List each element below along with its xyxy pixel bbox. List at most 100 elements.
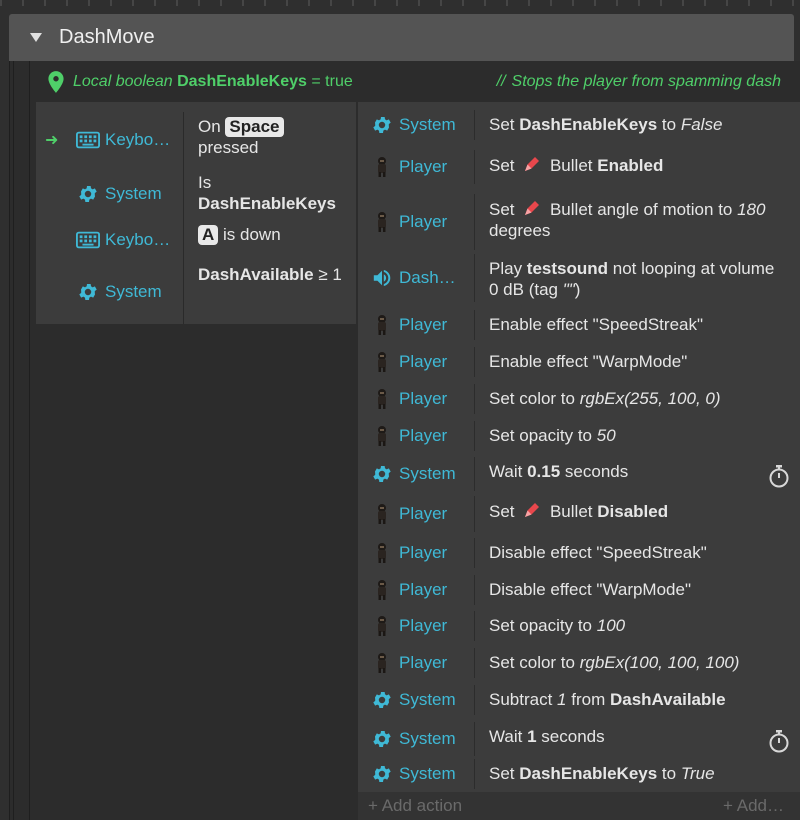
bullet-behavior-icon <box>525 201 540 215</box>
action-object[interactable]: Player <box>358 421 475 451</box>
action-object[interactable]: Player <box>358 496 475 532</box>
action-param-value: rgbEx(100, 100, 100) <box>579 653 740 672</box>
action-row[interactable]: System Wait 0.15 seconds <box>358 457 800 491</box>
action-object[interactable]: Player <box>358 384 475 414</box>
condition-object-name: Keybo… <box>105 130 171 149</box>
action-row[interactable]: Player Set opacity to 100 <box>358 611 800 641</box>
action-row[interactable]: Player Disable effect "SpeedStreak" <box>358 538 800 568</box>
actions-panel: System Set DashEnableKeys to False Player S… <box>358 102 800 820</box>
action-text[interactable]: Set Bullet Disabled <box>475 496 775 522</box>
indent-line <box>29 61 30 820</box>
action-object-name: System <box>399 690 456 709</box>
action-object[interactable]: Player <box>358 648 475 678</box>
action-bold-value: testsound <box>526 259 609 278</box>
action-object[interactable]: Player <box>358 347 475 377</box>
player-sprite-icon <box>370 578 394 602</box>
action-object[interactable]: Player <box>358 538 475 568</box>
action-row[interactable]: System Set DashEnableKeys to False <box>358 110 800 140</box>
action-object[interactable]: System <box>358 110 475 140</box>
action-object-name: Player <box>399 504 448 523</box>
trigger-arrow-icon: ➜ <box>45 132 59 149</box>
indent-line <box>13 61 14 820</box>
action-text[interactable]: Set Bullet Enabled <box>475 150 775 176</box>
action-text[interactable]: Subtract 1 from DashAvailable <box>475 685 775 710</box>
action-text[interactable]: Set Bullet angle of motion to 180 degree… <box>475 194 775 241</box>
action-row[interactable]: Player Set Bullet Disabled <box>358 496 800 532</box>
event-group-header[interactable]: DashMove <box>9 14 794 61</box>
condition-text-post: pressed <box>198 138 259 157</box>
player-sprite-icon <box>370 313 394 337</box>
action-text[interactable]: Set opacity to 100 <box>475 611 775 636</box>
action-row[interactable]: System Set DashEnableKeys to True <box>358 759 800 789</box>
condition-text[interactable]: Is DashEnableKeys <box>184 168 356 220</box>
action-row[interactable]: Player Enable effect "WarpMode" <box>358 347 800 377</box>
action-row[interactable]: Player Disable effect "WarpMode" <box>358 575 800 605</box>
action-text[interactable]: Set opacity to 50 <box>475 421 775 446</box>
local-variable-row[interactable]: Local boolean DashEnableKeys = true // St… <box>35 64 795 100</box>
top-ruler-dots <box>0 0 800 6</box>
action-object[interactable]: System <box>358 759 475 789</box>
action-text[interactable]: Enable effect "WarpMode" <box>475 347 775 372</box>
condition-object[interactable]: System <box>36 260 184 324</box>
action-bold-value: 1 <box>527 727 537 746</box>
action-text[interactable]: Set color to rgbEx(255, 100, 0) <box>475 384 775 409</box>
action-row[interactable]: System Wait 1 seconds <box>358 722 800 756</box>
action-row[interactable]: Player Set opacity to 50 <box>358 421 800 451</box>
action-row[interactable]: Dash… Play testsound not looping at volum… <box>358 254 800 302</box>
action-row[interactable]: Player Enable effect "SpeedStreak" <box>358 310 800 340</box>
action-object-name: Player <box>399 212 448 231</box>
action-object[interactable]: Player <box>358 310 475 340</box>
condition-object[interactable]: Keybo… <box>36 220 184 260</box>
condition-text[interactable]: A is down <box>184 220 356 260</box>
gear-icon <box>370 113 394 137</box>
gear-icon <box>370 762 394 786</box>
action-row[interactable]: Player Set color to rgbEx(255, 100, 0) <box>358 384 800 414</box>
condition-row[interactable]: System DashAvailable ≥ 1 <box>36 260 356 324</box>
action-bold-value: Enabled <box>597 156 664 175</box>
action-text[interactable]: Set DashEnableKeys to False <box>475 110 775 135</box>
condition-row[interactable]: Keybo… A is down <box>36 220 356 260</box>
player-sprite-icon <box>370 350 394 374</box>
action-object[interactable]: System <box>358 722 475 756</box>
action-text[interactable]: Disable effect "SpeedStreak" <box>475 538 775 563</box>
action-text[interactable]: Enable effect "SpeedStreak" <box>475 310 775 335</box>
triangle-down-icon[interactable] <box>30 33 42 42</box>
action-object[interactable]: System <box>358 685 475 715</box>
action-object[interactable]: Player <box>358 611 475 641</box>
action-row[interactable]: Player Set Bullet Enabled <box>358 150 800 184</box>
add-action-more-button[interactable]: + Add… <box>723 796 784 816</box>
action-object[interactable]: System <box>358 457 475 491</box>
local-variable-declaration: Local boolean DashEnableKeys = true <box>73 73 353 91</box>
action-object-name: System <box>399 115 456 134</box>
action-object[interactable]: Player <box>358 575 475 605</box>
condition-row[interactable]: ➜ Keybo… On Space pressed <box>36 112 356 168</box>
add-action-button[interactable]: + Add action <box>368 796 462 816</box>
condition-object[interactable]: ➜ Keybo… <box>36 112 184 168</box>
action-text[interactable]: Disable effect "WarpMode" <box>475 575 775 600</box>
event-comment[interactable]: // Stops the player from spamming dash <box>497 73 781 91</box>
action-object[interactable]: Dash… <box>358 254 475 302</box>
condition-object[interactable]: System <box>36 168 184 220</box>
action-text[interactable]: Wait 0.15 seconds <box>475 457 775 482</box>
condition-text[interactable]: On Space pressed <box>184 112 356 168</box>
action-row[interactable]: System Subtract 1 from DashAvailable <box>358 685 800 715</box>
condition-text[interactable]: DashAvailable ≥ 1 <box>184 260 356 324</box>
action-object[interactable]: Player <box>358 150 475 184</box>
action-bold-value: DashEnableKeys <box>519 764 658 783</box>
action-object-name: Player <box>399 389 448 408</box>
action-bold-value: Disabled <box>597 502 669 521</box>
action-param-value: 1 <box>557 690 567 709</box>
action-text[interactable]: Set DashEnableKeys to True <box>475 759 775 784</box>
condition-object-name: System <box>105 282 162 301</box>
action-row[interactable]: Player Set Bullet angle of motion to 180 … <box>358 194 800 250</box>
timer-icon <box>768 464 790 493</box>
gear-icon <box>76 280 100 304</box>
action-row[interactable]: Player Set color to rgbEx(100, 100, 100) <box>358 648 800 678</box>
action-text[interactable]: Wait 1 seconds <box>475 722 775 747</box>
action-text[interactable]: Play testsound not looping at volume 0 d… <box>475 254 775 300</box>
condition-row[interactable]: System Is DashEnableKeys <box>36 168 356 220</box>
comment-marker: // <box>496 73 506 90</box>
action-text[interactable]: Set color to rgbEx(100, 100, 100) <box>475 648 775 673</box>
conditions-panel: ➜ Keybo… On Space pressed System Is DashEnab… <box>36 102 356 820</box>
action-object[interactable]: Player <box>358 194 475 250</box>
